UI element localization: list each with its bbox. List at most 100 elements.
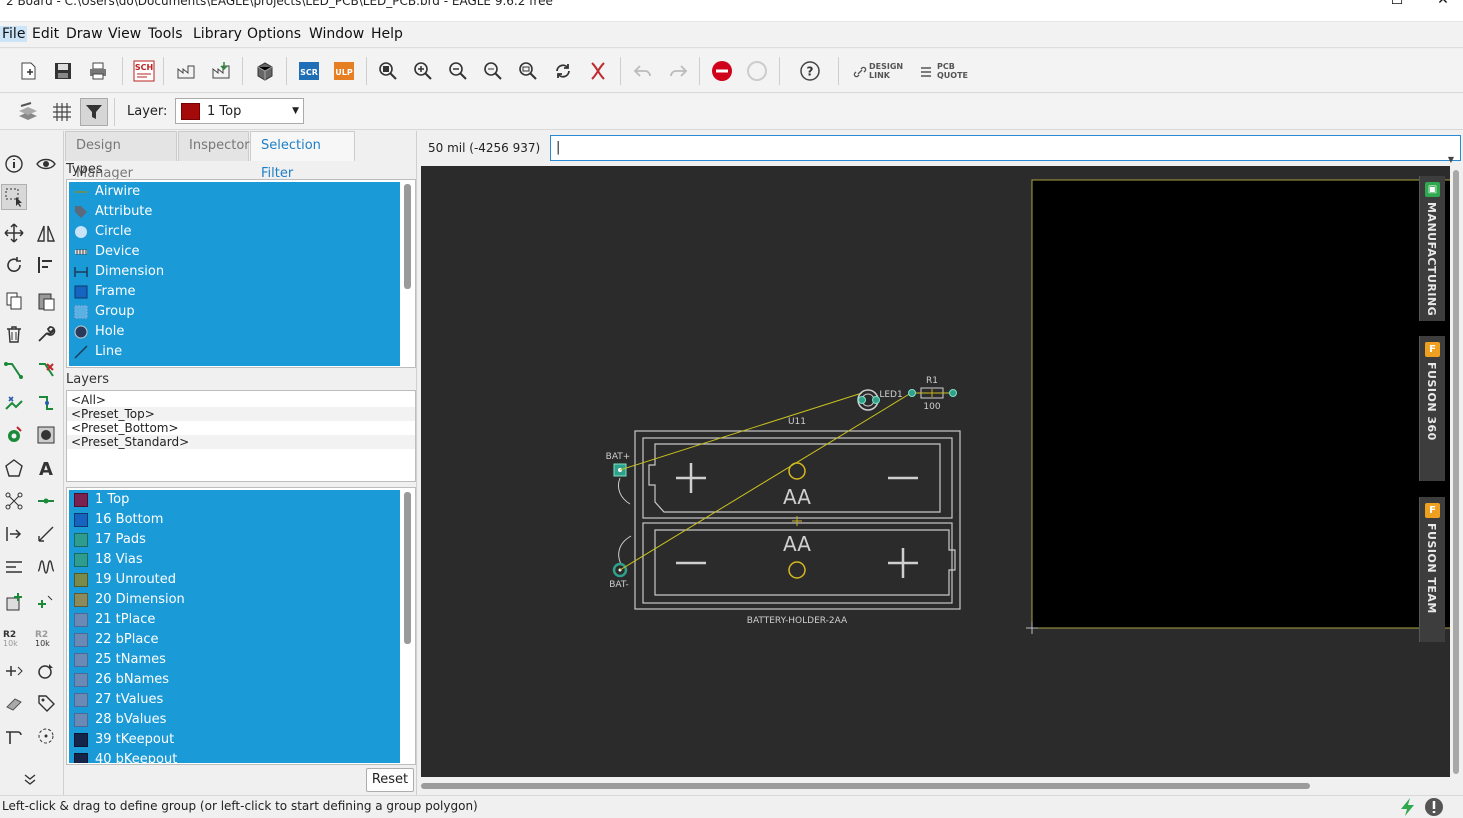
- minimize-button[interactable]: ─: [1328, 0, 1374, 14]
- list-item[interactable]: Line: [69, 342, 400, 362]
- redraw-icon[interactable]: [549, 57, 577, 85]
- expand-tools-icon[interactable]: [17, 766, 43, 792]
- list-item[interactable]: <Preset_Top>: [67, 407, 415, 421]
- list-item[interactable]: 40 bKeepout: [69, 750, 400, 763]
- eye-icon[interactable]: [33, 151, 59, 177]
- meander-icon[interactable]: [1, 554, 27, 580]
- list-item[interactable]: Group: [69, 302, 400, 322]
- list-item[interactable]: 22 bPlace: [69, 630, 400, 650]
- polygon-icon[interactable]: [1, 455, 27, 481]
- list-item[interactable]: 17 Pads: [69, 530, 400, 550]
- split-icon[interactable]: [33, 390, 59, 416]
- wrench-icon[interactable]: [33, 321, 59, 347]
- list-item[interactable]: Frame: [69, 282, 400, 302]
- smash-icon[interactable]: [1, 658, 27, 684]
- list-item[interactable]: <Preset_Bottom>: [67, 421, 415, 435]
- value-icon[interactable]: R2 10k: [33, 625, 59, 651]
- print-icon[interactable]: [84, 57, 112, 85]
- list-item[interactable]: 27 tValues: [69, 690, 400, 710]
- ulp-icon[interactable]: ULP: [330, 57, 358, 85]
- list-item[interactable]: 39 tKeepout: [69, 730, 400, 750]
- command-input[interactable]: | ▼: [550, 135, 1461, 164]
- tab-inspector[interactable]: Inspector: [178, 131, 250, 161]
- list-item[interactable]: Hole: [69, 322, 400, 342]
- change-icon[interactable]: [33, 658, 59, 684]
- menu-tools[interactable]: Tools: [148, 26, 183, 42]
- grid-icon[interactable]: [48, 98, 76, 126]
- group-select-icon[interactable]: [1, 184, 27, 210]
- menu-options[interactable]: Options: [247, 26, 301, 42]
- tab-design-manager[interactable]: Design Manager: [65, 131, 177, 181]
- pcb-quote-button[interactable]: PCB QUOTE: [919, 62, 969, 82]
- info-icon[interactable]: [1, 151, 27, 177]
- design-link-button[interactable]: DESIGN LINK: [853, 62, 909, 82]
- mark-icon[interactable]: [33, 723, 59, 749]
- list-item[interactable]: 28 bValues: [69, 710, 400, 730]
- list-item[interactable]: Circle: [69, 222, 400, 242]
- zoom-previous-icon[interactable]: [479, 57, 507, 85]
- undo-icon[interactable]: [629, 57, 657, 85]
- list-item[interactable]: Device: [69, 242, 400, 262]
- menu-draw[interactable]: Draw: [66, 26, 103, 42]
- wave-icon[interactable]: [33, 554, 59, 580]
- list-item[interactable]: 25 tNames: [69, 650, 400, 670]
- zoom-in-icon[interactable]: [409, 57, 437, 85]
- ripup-icon[interactable]: [33, 357, 59, 383]
- attribute-arrow-icon[interactable]: [1, 521, 27, 547]
- tag-icon[interactable]: [33, 690, 59, 716]
- schematic-icon[interactable]: SCH: [130, 57, 158, 85]
- list-item[interactable]: 19 Unrouted: [69, 570, 400, 590]
- fusion-360-tab[interactable]: F FUSION 360: [1419, 336, 1445, 481]
- menu-library[interactable]: Library: [193, 26, 242, 42]
- list-item[interactable]: Attribute: [69, 202, 400, 222]
- align-icon[interactable]: [33, 252, 59, 278]
- list-item[interactable]: 26 bNames: [69, 670, 400, 690]
- list-item[interactable]: 18 Vias: [69, 550, 400, 570]
- save-icon[interactable]: [49, 57, 77, 85]
- vertical-scroll-thumb[interactable]: [1453, 170, 1459, 774]
- package-icon[interactable]: [1, 690, 27, 716]
- 3d-package-icon[interactable]: [251, 57, 279, 85]
- horizontal-scrollbar[interactable]: [421, 778, 1463, 794]
- mirror-icon[interactable]: [33, 220, 59, 246]
- copy-icon[interactable]: [1, 288, 27, 314]
- menu-view[interactable]: View: [108, 26, 141, 42]
- close-button[interactable]: ✕: [1420, 0, 1463, 14]
- line-draw-icon[interactable]: [33, 521, 59, 547]
- reset-button[interactable]: Reset: [366, 768, 414, 792]
- zoom-select-icon[interactable]: [514, 57, 542, 85]
- redo-icon[interactable]: [664, 57, 692, 85]
- list-item[interactable]: Dimension: [69, 262, 400, 282]
- add-part-icon[interactable]: [1, 589, 27, 615]
- move-icon[interactable]: [1, 220, 27, 246]
- warning-icon[interactable]: [1424, 797, 1444, 817]
- layer-presets-list[interactable]: <All> <Preset_Top> <Preset_Bottom> <Pres…: [66, 390, 416, 482]
- lightning-icon[interactable]: [1398, 797, 1418, 817]
- horizontal-scroll-thumb[interactable]: [421, 783, 1310, 789]
- net-icon[interactable]: [1, 488, 27, 514]
- layer-select[interactable]: 1 Top ▼: [175, 98, 304, 124]
- manufacturing-tab[interactable]: ▣ MANUFACTURING: [1419, 176, 1445, 321]
- menu-window[interactable]: Window: [309, 26, 364, 42]
- rotate-icon[interactable]: [1, 252, 27, 278]
- layers-list[interactable]: 1 Top 16 Bottom 17 Pads 18 Vias 19 Unrou…: [66, 487, 416, 765]
- script-icon[interactable]: SCR: [295, 57, 323, 85]
- delete-icon[interactable]: [1, 321, 27, 347]
- list-item[interactable]: <All>: [67, 393, 415, 407]
- menu-edit[interactable]: Edit: [32, 26, 59, 42]
- board-canvas[interactable]: AA AA BATTERY-HOLDER-2AA BAT+ BAT- U11 L…: [421, 166, 1450, 777]
- paste-icon[interactable]: [33, 288, 59, 314]
- list-item[interactable]: 21 tPlace: [69, 610, 400, 630]
- zoom-fit-icon[interactable]: [374, 57, 402, 85]
- menu-help[interactable]: Help: [371, 26, 403, 42]
- types-scrollbar[interactable]: [404, 184, 411, 289]
- menu-file[interactable]: File: [0, 26, 28, 42]
- list-item[interactable]: 1 Top: [69, 490, 400, 510]
- ratsnest-icon[interactable]: [584, 57, 612, 85]
- filter-icon[interactable]: [80, 98, 108, 126]
- zoom-out-icon[interactable]: [444, 57, 472, 85]
- text-icon[interactable]: A: [33, 455, 59, 481]
- go-icon[interactable]: [743, 57, 771, 85]
- measure-icon[interactable]: [1, 723, 27, 749]
- layer-settings-icon[interactable]: [14, 98, 42, 126]
